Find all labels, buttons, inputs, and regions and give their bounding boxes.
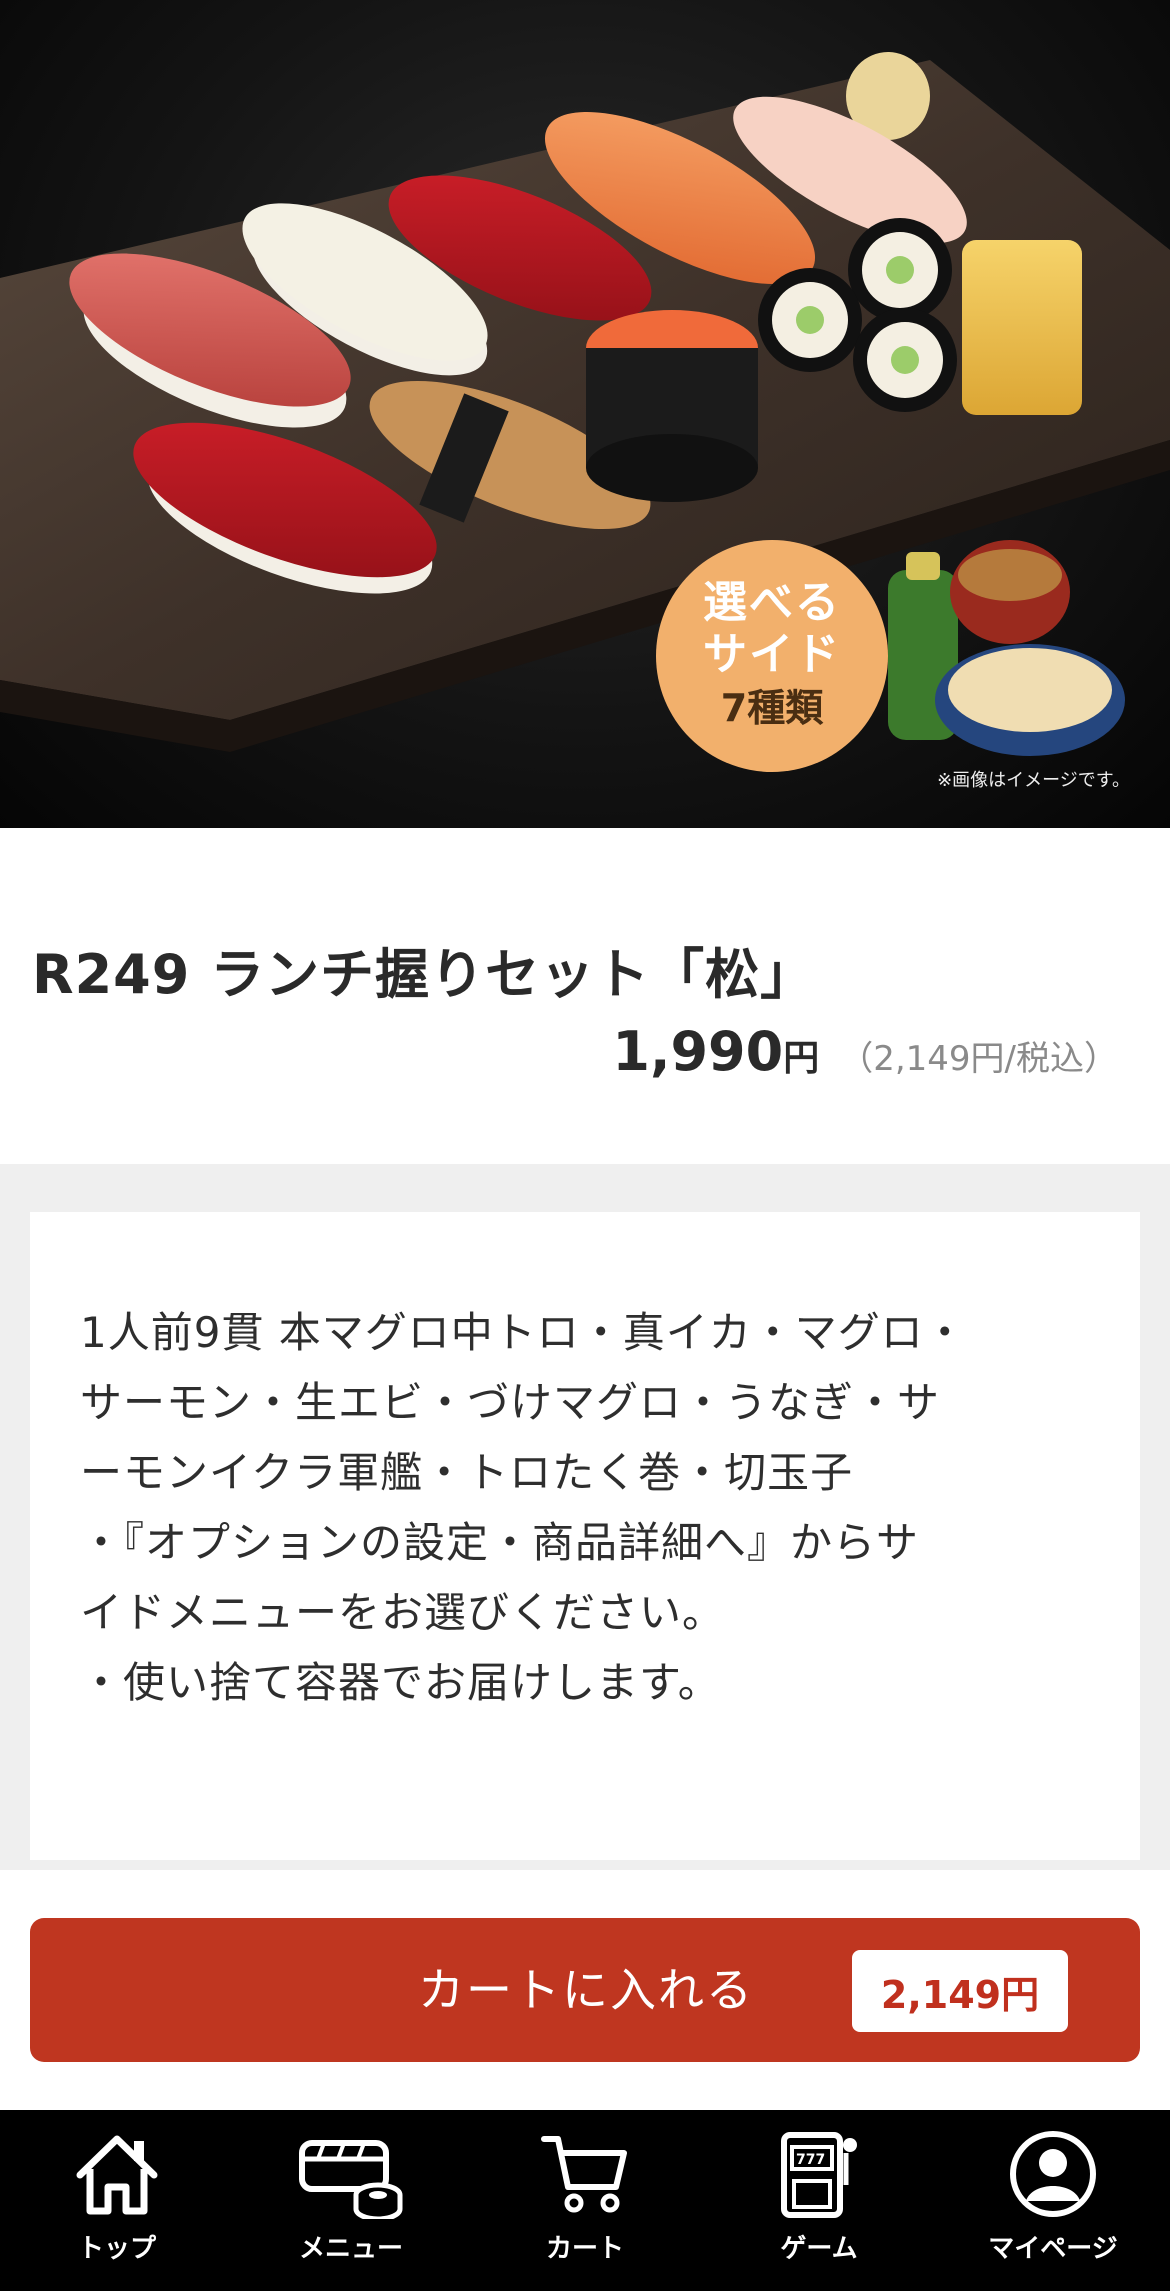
- home-icon: [62, 2122, 172, 2226]
- add-to-cart-label: カートに入れる: [418, 1963, 754, 2017]
- cart-icon: [530, 2122, 640, 2226]
- description-section: 1人前9貫 本マグロ中トロ・真イカ・マグロ・ サーモン・生エビ・づけマグロ・うな…: [0, 1164, 1170, 1870]
- price-row: 1,990 円 （2,149円/税込）: [612, 1020, 1118, 1083]
- sushi-menu-icon: [296, 2122, 406, 2226]
- description-line: ・『オプションの設定・商品詳細へ』からサ: [80, 1518, 920, 1567]
- nav-item-cart[interactable]: カート: [468, 2110, 702, 2291]
- description-line: ーモンイクラ軍艦・トロたく巻・切玉子: [80, 1448, 854, 1497]
- nav-label-menu: メニュー: [298, 2234, 403, 2264]
- price-value: 1,990: [612, 1020, 784, 1083]
- price-tax-included: （2,149円/税込）: [839, 1039, 1118, 1079]
- description-card: 1人前9貫 本マグロ中トロ・真イカ・マグロ・ サーモン・生エビ・づけマグロ・うな…: [30, 1212, 1140, 1860]
- description-line: 1人前9貫 本マグロ中トロ・真イカ・マグロ・: [80, 1308, 967, 1357]
- description-line: ・使い捨て容器でお届けします。: [80, 1658, 721, 1707]
- nav-item-game[interactable]: 777 ゲーム: [702, 2110, 936, 2291]
- nav-item-mypage[interactable]: マイページ: [936, 2110, 1170, 2291]
- nav-label-mypage: マイページ: [988, 2234, 1118, 2264]
- nav-label-cart: カート: [545, 2234, 624, 2264]
- badge-line-2: サイド: [703, 629, 841, 680]
- add-to-cart-button[interactable]: カートに入れる 2,149円: [30, 1918, 1140, 2062]
- price-unit: 円: [783, 1038, 820, 1079]
- svg-text:777: 777: [796, 2152, 825, 2168]
- product-image: 選べる サイド 7種類 ※画像はイメージです。: [0, 0, 1170, 828]
- description-line: サーモン・生エビ・づけマグロ・うなぎ・サ: [80, 1378, 941, 1427]
- description-line: イドメニューをお選びください。: [80, 1588, 726, 1637]
- cart-price-badge: 2,149円: [852, 1950, 1068, 2032]
- nav-item-menu[interactable]: メニュー: [234, 2110, 468, 2291]
- badge-line-3: 7種類: [720, 686, 824, 730]
- user-icon: [998, 2122, 1108, 2226]
- image-disclaimer: ※画像はイメージです。: [937, 770, 1130, 791]
- nav-label-game: ゲーム: [780, 2234, 858, 2264]
- bottom-nav: トップ メニュー カート 777 ゲーム マイページ: [0, 2110, 1170, 2291]
- sushi-platter-illustration: [0, 52, 1170, 756]
- side-options-badge: 選べる サイド 7種類: [656, 540, 888, 772]
- nav-item-top[interactable]: トップ: [0, 2110, 234, 2291]
- slot-machine-icon: 777: [764, 2122, 874, 2226]
- nav-label-top: トップ: [77, 2234, 156, 2264]
- product-title: R249 ランチ握りセット「松」: [32, 943, 816, 1006]
- badge-line-1: 選べる: [703, 577, 841, 628]
